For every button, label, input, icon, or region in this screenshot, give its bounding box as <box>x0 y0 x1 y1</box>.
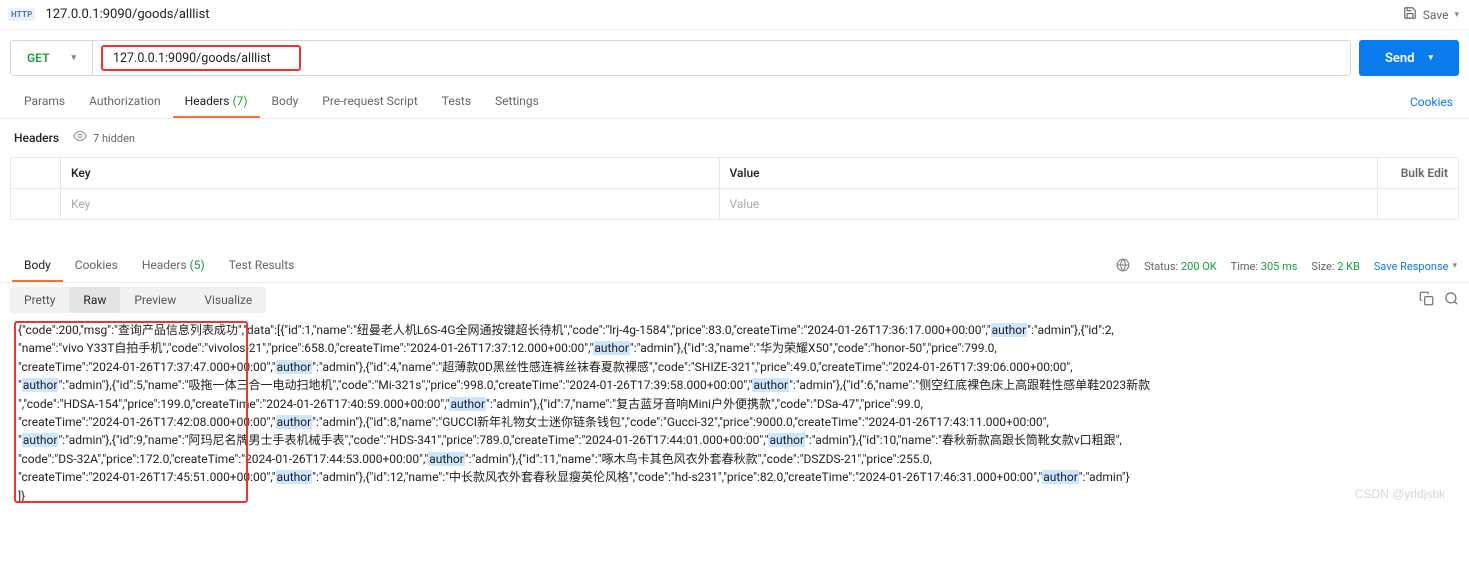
send-label: Send <box>1385 51 1415 66</box>
time-block: Time: 305 ms <box>1231 260 1298 273</box>
globe-icon[interactable] <box>1116 258 1130 275</box>
eye-icon <box>73 129 87 147</box>
col-key: Key <box>61 158 720 188</box>
resp-tab-testresults[interactable]: Test Results <box>217 250 307 282</box>
headers-table: Key Value Bulk Edit Key Value <box>10 157 1459 220</box>
resp-headers-count: (5) <box>190 258 205 272</box>
tab-prerequest[interactable]: Pre-request Script <box>310 86 429 118</box>
tab-headers[interactable]: Headers (7) <box>173 86 260 118</box>
send-button[interactable]: Send ▾ <box>1359 40 1459 76</box>
view-visualize[interactable]: Visualize <box>190 287 266 313</box>
view-pretty[interactable]: Pretty <box>10 287 69 313</box>
value-input[interactable]: Value <box>720 189 1379 219</box>
save-button[interactable]: Save ▾ <box>1403 6 1459 23</box>
copy-icon[interactable] <box>1419 291 1434 310</box>
headers-title: Headers <box>14 131 59 145</box>
status-block: Status: 200 OK <box>1144 260 1217 273</box>
method-value: GET <box>27 51 49 65</box>
view-preview[interactable]: Preview <box>120 287 190 313</box>
watermark: CSDN @yrldjsbk <box>1355 487 1445 501</box>
tab-settings[interactable]: Settings <box>483 86 551 118</box>
save-response-button[interactable]: Save Response ▾ <box>1374 260 1457 273</box>
url-input[interactable]: 127.0.0.1:9090/goods/alllist <box>101 45 301 71</box>
chevron-down-icon: ▾ <box>1454 10 1459 20</box>
chevron-down-icon: ▾ <box>1428 53 1433 63</box>
resp-tab-cookies[interactable]: Cookies <box>63 250 130 282</box>
bulk-edit-button[interactable]: Bulk Edit <box>1378 158 1458 188</box>
tab-headers-label: Headers <box>185 94 230 108</box>
tab-authorization[interactable]: Authorization <box>77 86 173 118</box>
tab-tests[interactable]: Tests <box>430 86 483 118</box>
breadcrumb: 127.0.0.1:9090/goods/alllist <box>45 7 1402 22</box>
resp-tab-headers[interactable]: Headers (5) <box>130 250 217 282</box>
key-input[interactable]: Key <box>61 189 720 219</box>
view-raw[interactable]: Raw <box>69 287 120 313</box>
save-label: Save <box>1423 8 1449 22</box>
http-badge: HTTP <box>8 8 35 21</box>
hidden-toggle[interactable]: 7 hidden <box>73 129 135 147</box>
resp-tab-body[interactable]: Body <box>12 250 63 282</box>
col-value: Value <box>720 158 1379 188</box>
save-icon <box>1403 6 1417 23</box>
chevron-down-icon: ▾ <box>71 53 76 63</box>
tab-headers-count: (7) <box>232 94 247 108</box>
response-body[interactable]: {"code":200,"msg":"查询产品信息列表成功","data":[{… <box>10 319 1459 507</box>
url-value: 127.0.0.1:9090/goods/alllist <box>113 51 271 66</box>
method-select[interactable]: GET ▾ <box>11 41 93 75</box>
chevron-down-icon: ▾ <box>1452 261 1457 271</box>
hidden-count: 7 hidden <box>93 132 135 145</box>
size-block: Size: 2 KB <box>1311 260 1359 273</box>
tab-body[interactable]: Body <box>260 86 311 118</box>
search-icon[interactable] <box>1444 291 1459 310</box>
tab-params[interactable]: Params <box>12 86 77 118</box>
resp-headers-label: Headers <box>142 258 187 272</box>
cookies-link[interactable]: Cookies <box>1410 95 1457 109</box>
